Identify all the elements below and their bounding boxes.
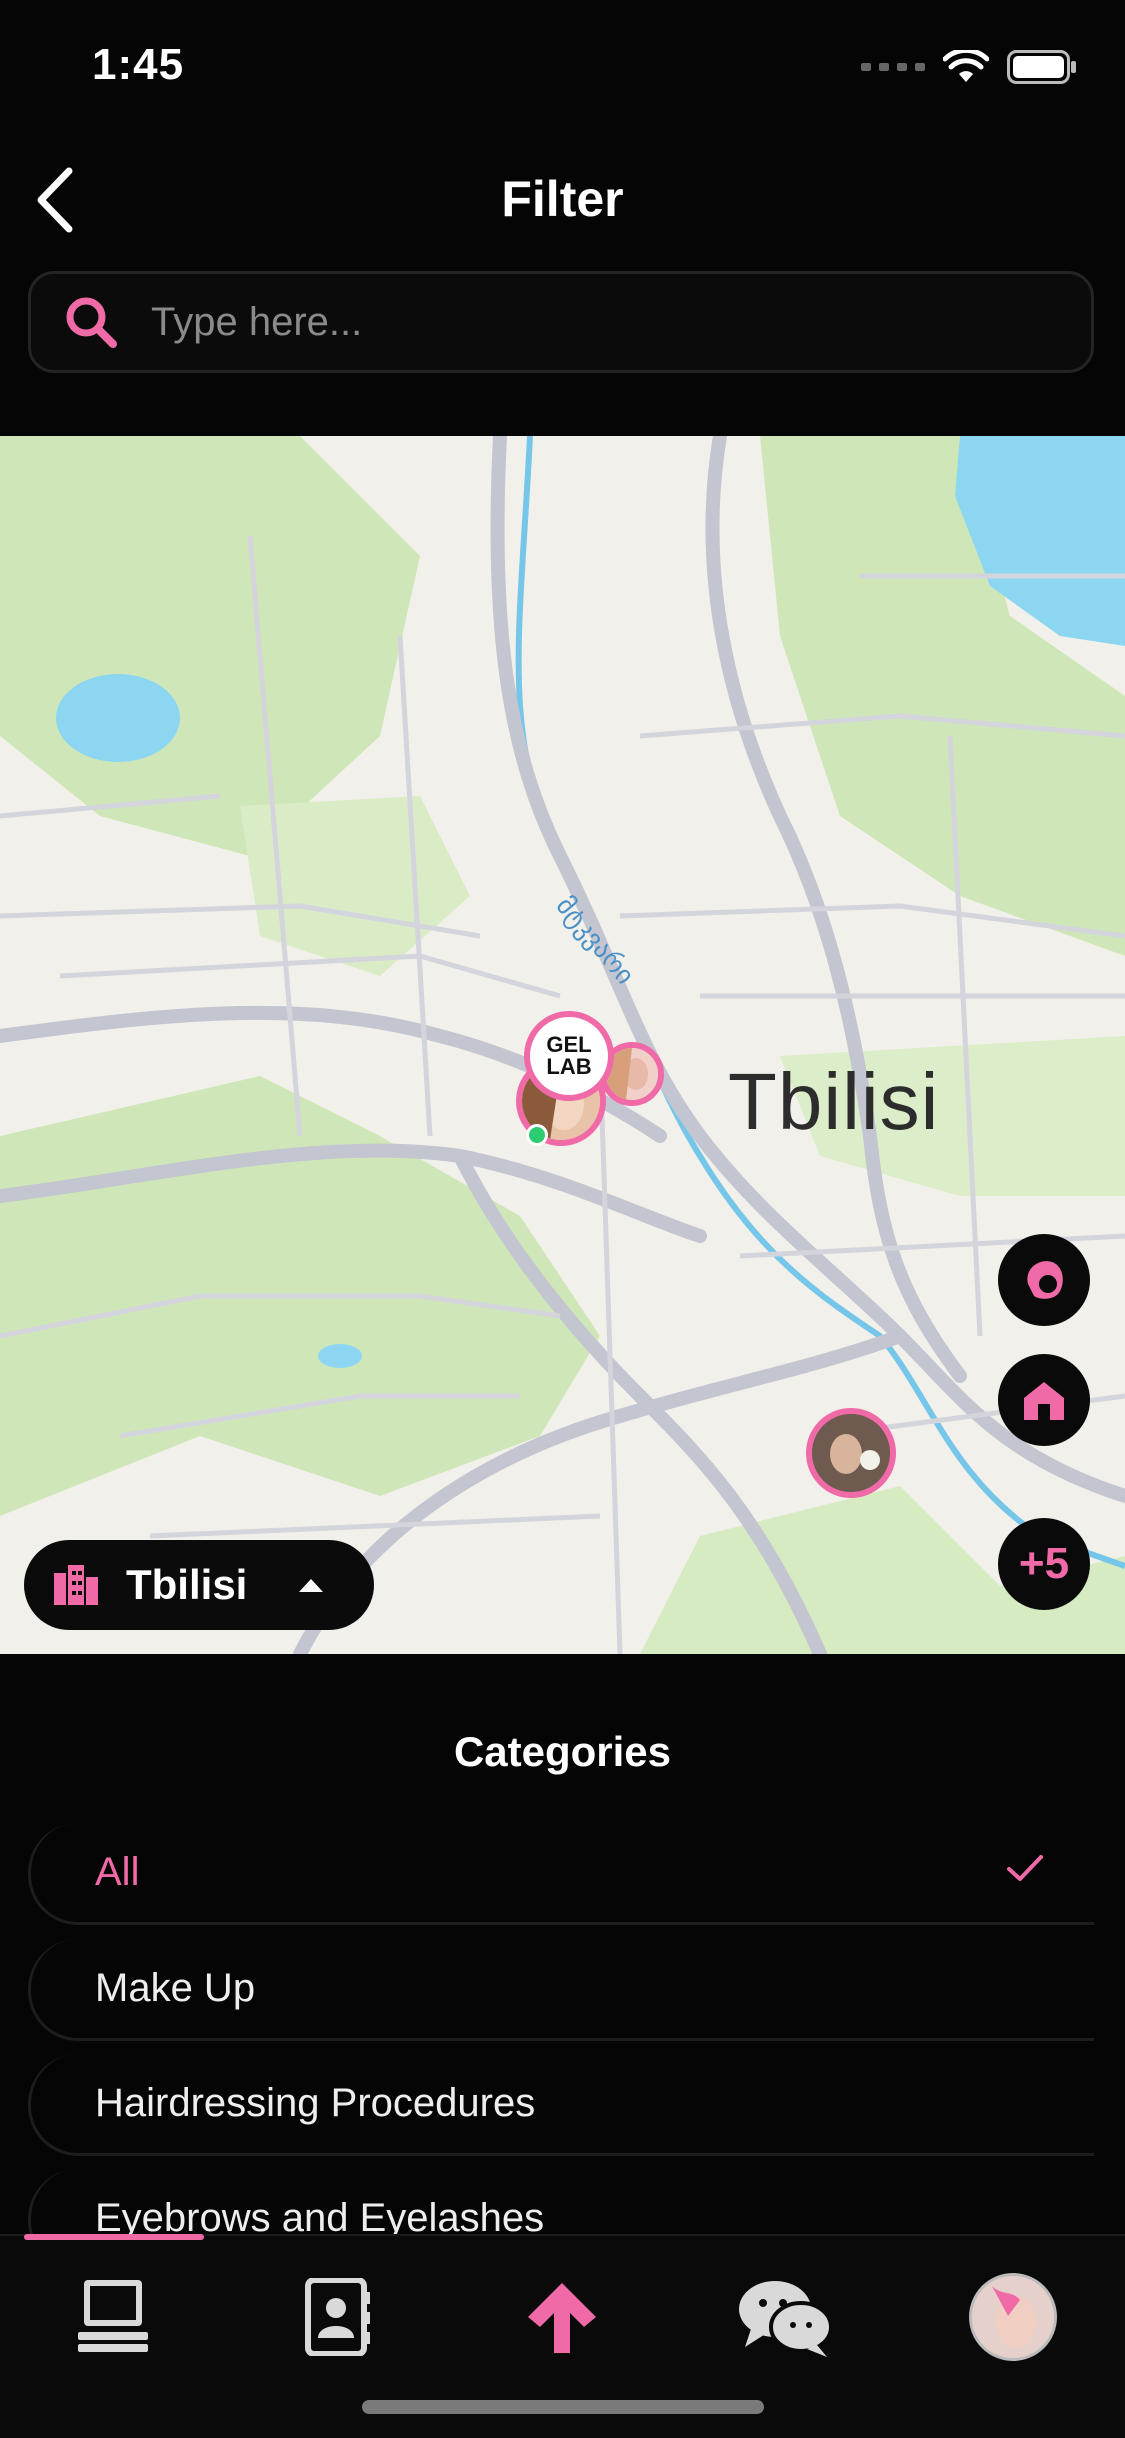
avatar [969, 2273, 1057, 2361]
more-pins-button[interactable]: +5 [998, 1518, 1090, 1610]
category-label: Hairdressing Procedures [95, 2081, 536, 2125]
tab-upload[interactable] [507, 2262, 617, 2372]
caret-up-icon [299, 1579, 324, 1592]
category-label: All [95, 1850, 140, 1894]
salon-filter-button[interactable] [998, 1354, 1090, 1446]
tab-chat[interactable] [730, 2262, 840, 2372]
city-selector-label: Tbilisi [126, 1561, 248, 1608]
category-label: Make Up [95, 1966, 256, 2010]
logo-text: LAB [546, 1054, 592, 1079]
face-icon [1027, 1261, 1063, 1299]
category-item-make-up[interactable]: Make Up [28, 1939, 1094, 2041]
provider-pin[interactable] [806, 1408, 896, 1498]
map-view[interactable]: მტკვარი Tbilisi GEL LAB +5 Tbilisi [0, 436, 1125, 1654]
categories-title: Categories [453, 1728, 672, 1775]
more-count: +5 [1018, 1539, 1070, 1588]
home-indicator [362, 2400, 764, 2414]
arrow-up-icon [528, 2283, 596, 2353]
contacts-icon [305, 2278, 370, 2356]
laptop-icon [78, 2280, 148, 2352]
chat-icon [739, 2281, 833, 2357]
tab-feed[interactable] [58, 2262, 168, 2372]
wifi-icon [943, 50, 989, 82]
city-selector[interactable]: Tbilisi [24, 1540, 374, 1630]
status-time: 1:45 [92, 40, 185, 89]
provider-photo [812, 1414, 890, 1492]
tab-contacts[interactable] [282, 2262, 392, 2372]
cellular-signal-icon [861, 63, 925, 71]
city-icon [54, 1565, 98, 1605]
gel-lab-pin[interactable]: GEL LAB [524, 1011, 614, 1101]
search-box[interactable] [28, 271, 1094, 373]
tab-profile[interactable] [958, 2262, 1068, 2372]
page-title: Filter [501, 171, 624, 227]
search-input[interactable] [149, 298, 1091, 346]
search-icon [66, 297, 117, 348]
battery-icon [1007, 50, 1076, 84]
category-item-all[interactable]: All [28, 1823, 1094, 1925]
online-indicator [526, 1124, 548, 1146]
beauty-filter-button[interactable] [998, 1234, 1090, 1326]
map-city-label: Tbilisi [728, 1057, 940, 1146]
avatar-photo [972, 2276, 1054, 2358]
home-icon [1024, 1382, 1064, 1420]
category-item-hairdressing[interactable]: Hairdressing Procedures [28, 2054, 1094, 2156]
status-indicators [861, 50, 1077, 84]
tab-indicator [24, 2234, 204, 2240]
checkmark-icon [1007, 1855, 1043, 1881]
logo-text: GEL [546, 1032, 592, 1057]
